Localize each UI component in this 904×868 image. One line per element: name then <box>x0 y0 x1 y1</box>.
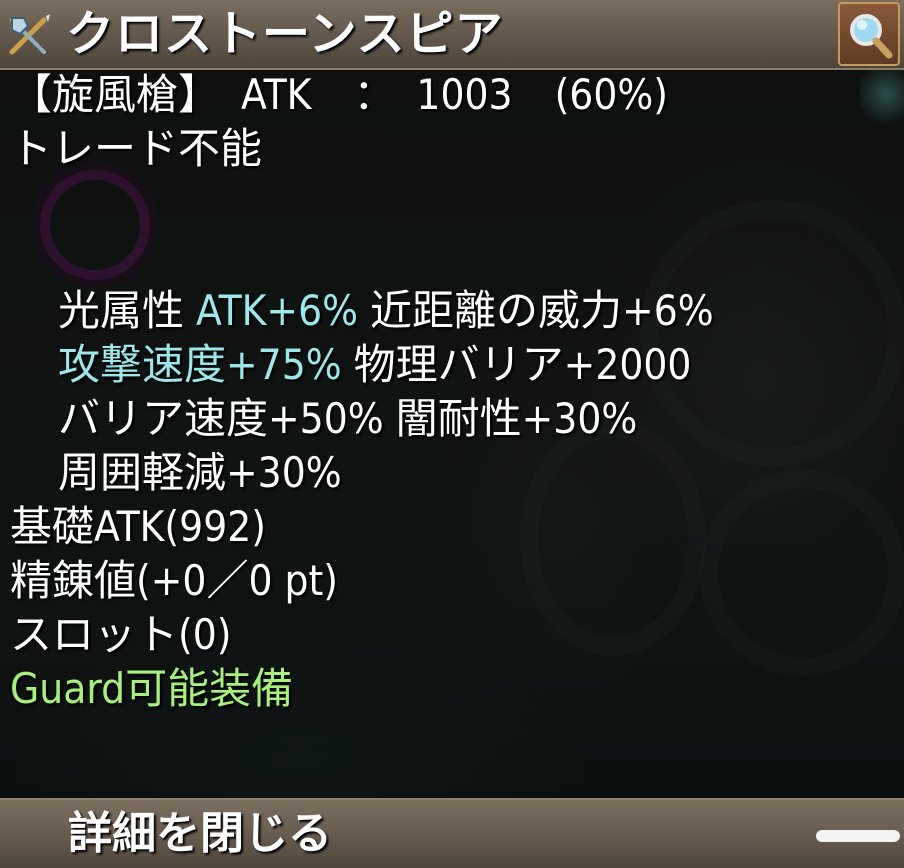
slot-count: スロット(0) <box>10 610 232 659</box>
item-name: クロストーンスピア <box>66 6 504 62</box>
stat-text: 周囲軽減+30% <box>58 448 342 497</box>
weapon-type-atk-line: 【旋風槍】 ATK ： 1003 (60%) <box>10 70 669 119</box>
search-button[interactable] <box>838 2 900 66</box>
item-title-bar: クロストーンスピア <box>0 0 904 70</box>
guard-equippable: Guard可能装備 <box>10 664 294 713</box>
magnifier-icon <box>850 14 893 59</box>
base-atk: 基礎ATK(992) <box>10 502 267 551</box>
close-details-button[interactable]: 詳細を閉じる <box>0 798 904 868</box>
spear-axe-icon <box>6 12 52 58</box>
refine-value: 精錬値(+0／0 pt) <box>10 556 339 605</box>
close-details-label: 詳細を閉じる <box>68 808 332 859</box>
drag-handle[interactable] <box>816 830 900 842</box>
trade-restriction: トレード不能 <box>10 124 263 173</box>
